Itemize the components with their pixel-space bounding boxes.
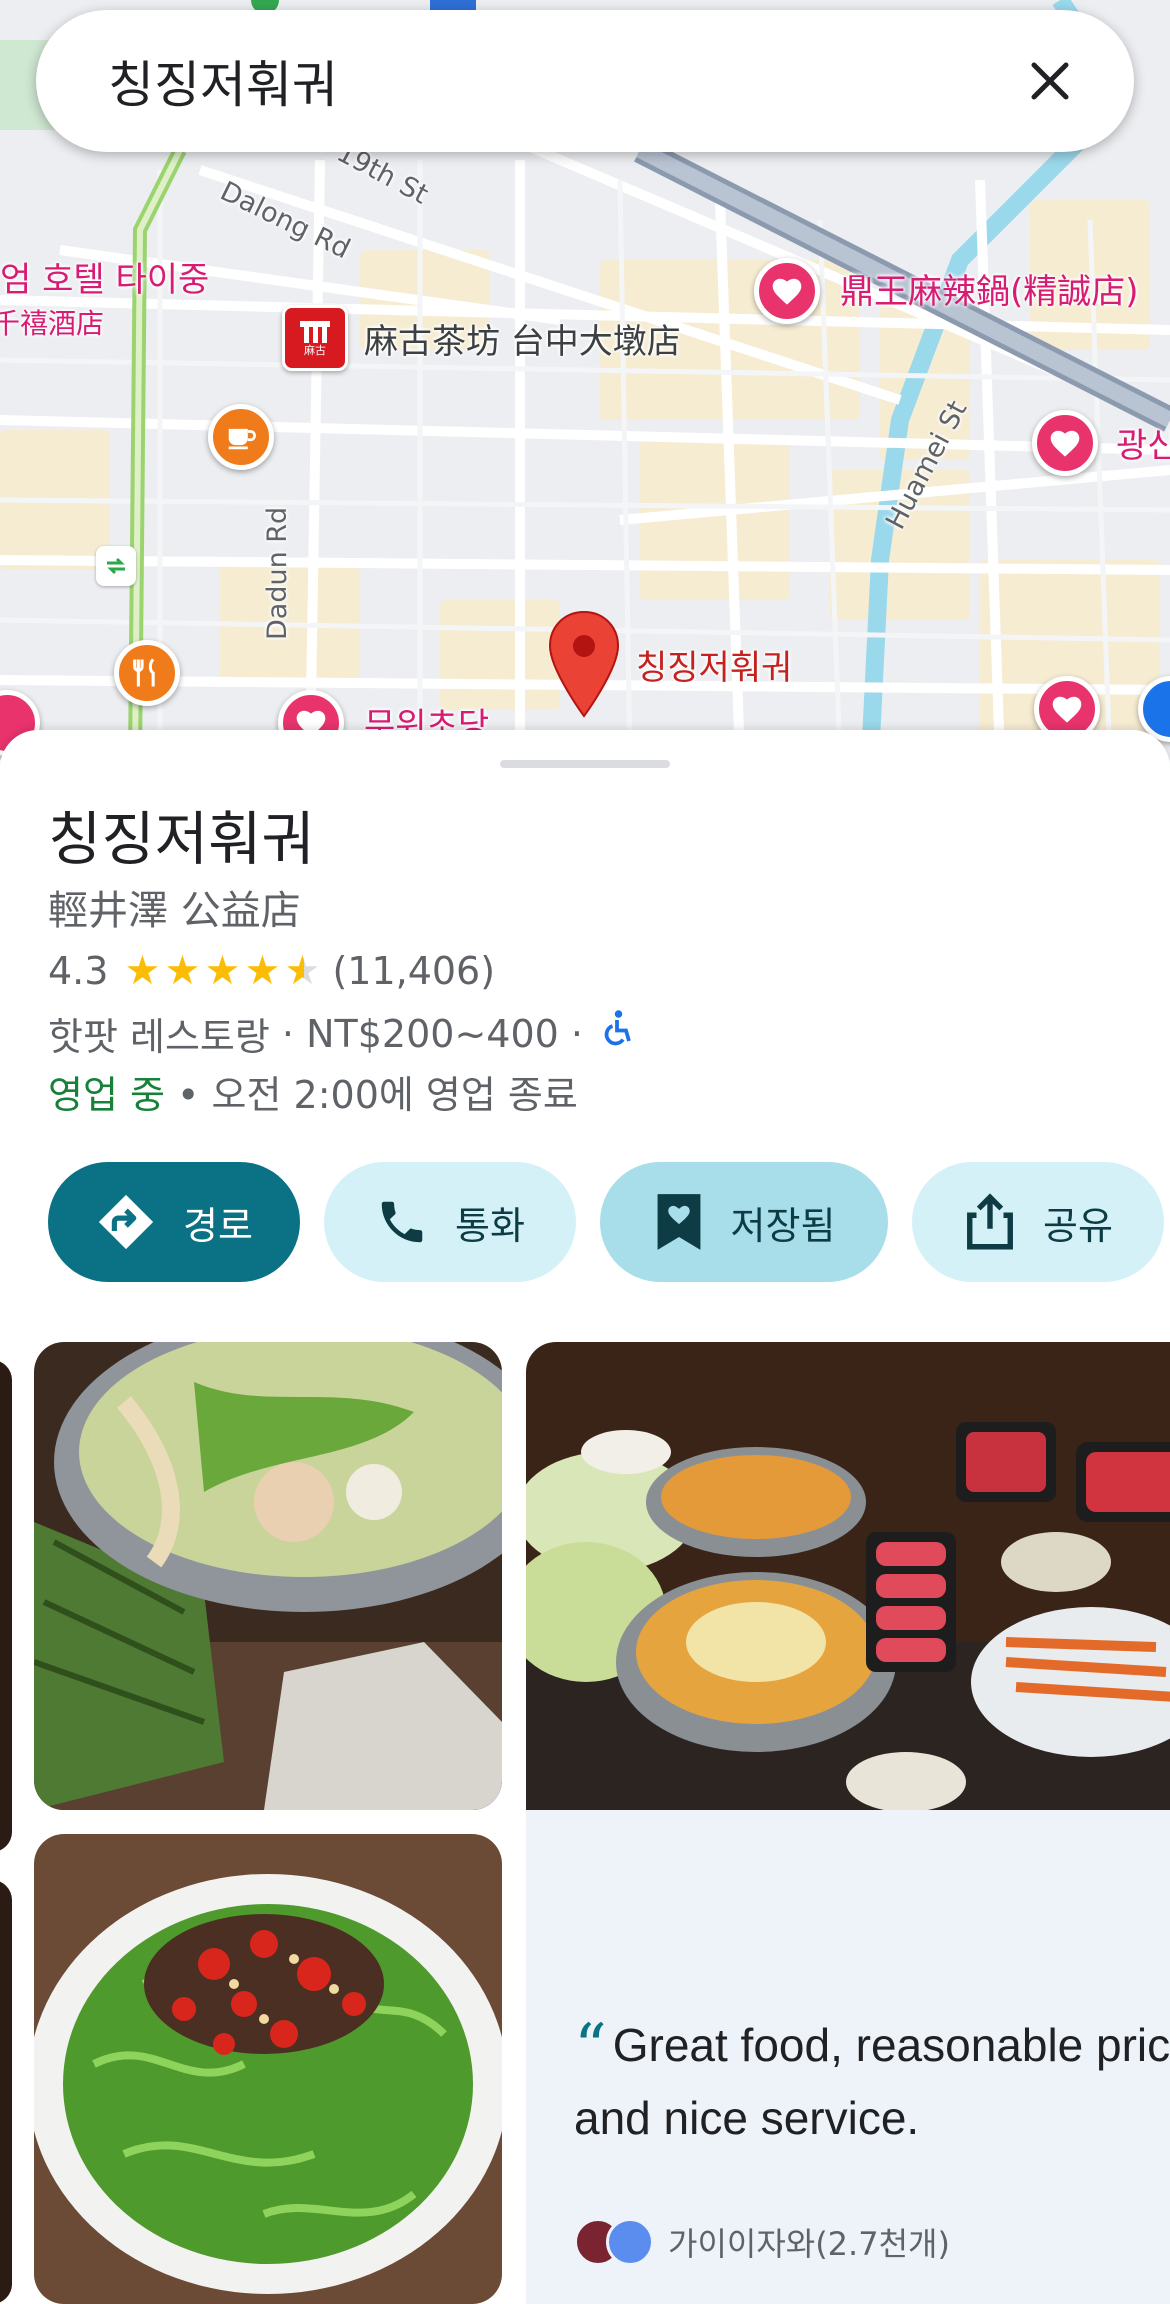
reviewer-row[interactable]: 가이이자와(2.7천개) — [574, 2218, 950, 2266]
price-range: NT$200~400 — [306, 1011, 559, 1056]
search-bar[interactable]: 칭징저훠궈 — [36, 10, 1134, 152]
open-status: 영업 중 — [48, 1073, 165, 1117]
heart-icon — [772, 278, 802, 305]
heart-pin-dingwang[interactable] — [754, 258, 820, 324]
separator: · — [558, 1011, 596, 1056]
map-label-hotel[interactable]: 엄 호텔 타이중 — [0, 252, 209, 301]
review-card[interactable]: “Great food, reasonable price and nice s… — [526, 1810, 1170, 2304]
saved-label: 저장됨 — [730, 1203, 836, 1248]
directions-icon — [98, 1194, 154, 1250]
star-icon: ★ — [124, 948, 161, 994]
map-label-hotel-zh[interactable]: 千禧酒店 — [0, 302, 104, 342]
photo-edge-left[interactable] — [0, 1360, 12, 1852]
map-label-guang[interactable]: 광신 — [1116, 418, 1170, 467]
selected-place-pin[interactable] — [545, 608, 623, 720]
macu-logo-text: 麻古 — [304, 344, 326, 357]
macu-logo-icon — [300, 321, 330, 343]
coffee-cup-icon — [228, 428, 256, 450]
bookmark-heart-icon — [657, 1194, 700, 1250]
share-icon — [967, 1193, 1013, 1250]
hours-row[interactable]: 영업 중 • 오전 2:00에 영업 종료 — [48, 1064, 578, 1119]
review-count: (11,406) — [332, 949, 496, 993]
share-label: 공유 — [1043, 1203, 1113, 1248]
call-label: 통화 — [455, 1203, 525, 1248]
closing-time: 오전 2:00에 영업 종료 — [211, 1073, 578, 1117]
rating-stars: ★ ★ ★ ★ ★ — [122, 948, 322, 994]
heart-icon — [1052, 696, 1082, 723]
place-category: 핫팟 레스토랑 — [48, 1015, 270, 1059]
heart-icon — [1050, 430, 1080, 457]
review-text: Great food, reasonable price and nice se… — [574, 2019, 1170, 2144]
star-icon: ★ — [164, 948, 201, 994]
map-label-macu[interactable]: 麻古茶坊 台中大墩店 — [364, 314, 681, 363]
phone-icon — [381, 1201, 423, 1243]
soup-photo-image — [34, 1342, 502, 1810]
cafe-pin[interactable] — [208, 404, 274, 470]
bike-station-pin[interactable] — [96, 546, 136, 586]
hotpot-table-image — [526, 1342, 1170, 1810]
saved-button[interactable]: 저장됨 — [600, 1162, 888, 1282]
selected-place-label[interactable]: 칭징저훠궈 — [636, 640, 792, 689]
directions-label: 경로 — [183, 1203, 253, 1248]
separator: · — [269, 1011, 307, 1056]
photo-hotpot-table[interactable] — [526, 1342, 1170, 1810]
place-subtitle: 輕井澤 公益店 — [48, 888, 301, 934]
rating-value: 4.3 — [48, 949, 109, 993]
info-row: 핫팟 레스토랑 · NT$200~400 · — [48, 1006, 635, 1061]
star-icon: ★ — [204, 948, 241, 994]
search-query[interactable]: 칭징저훠궈 — [108, 45, 1020, 117]
review-quote: “Great food, reasonable price and nice s… — [574, 2010, 1170, 2153]
bullet: • — [164, 1073, 212, 1117]
chili-salad-image — [34, 1834, 502, 2304]
call-button[interactable]: 통화 — [324, 1162, 576, 1282]
restaurant-pin[interactable] — [114, 640, 180, 706]
photo-edge-left[interactable] — [0, 1880, 12, 2304]
heart-pin-guang[interactable] — [1032, 410, 1098, 476]
map-label-dingwang[interactable]: 鼎王麻辣鍋(精誠店) — [840, 264, 1139, 313]
place-sheet[interactable]: 칭징저훠궈 輕井澤 公益店 4.3 ★ ★ ★ ★ ★ (11,406) 핫팟 … — [0, 730, 1170, 2304]
close-icon[interactable] — [1020, 51, 1080, 111]
rating-row[interactable]: 4.3 ★ ★ ★ ★ ★ (11,406) — [48, 948, 495, 994]
share-button[interactable]: 공유 — [912, 1162, 1164, 1282]
star-icon: ★ — [244, 948, 281, 994]
photo-soup-ladle[interactable] — [34, 1342, 502, 1810]
wheelchair-icon — [599, 1009, 635, 1058]
macu-logo-pin[interactable]: 麻古 — [282, 305, 348, 371]
red-map-pin-icon — [548, 610, 620, 718]
avatar — [606, 2218, 654, 2266]
street-label-dadun: Dadun Rd — [262, 506, 293, 640]
half-star-icon: ★ — [282, 948, 322, 994]
drag-handle[interactable] — [500, 760, 670, 768]
bike-share-icon — [107, 557, 125, 575]
reviewer-name: 가이이자와(2.7천개) — [668, 2225, 950, 2263]
photo-chili-salad[interactable] — [34, 1834, 502, 2304]
action-buttons: 경로 통화 저장됨 공유 — [48, 1162, 1164, 1282]
place-title: 칭징저훠궈 — [48, 805, 315, 873]
fork-knife-icon — [133, 658, 155, 687]
open-quote-icon: “ — [574, 2011, 607, 2085]
directions-button[interactable]: 경로 — [48, 1162, 300, 1282]
